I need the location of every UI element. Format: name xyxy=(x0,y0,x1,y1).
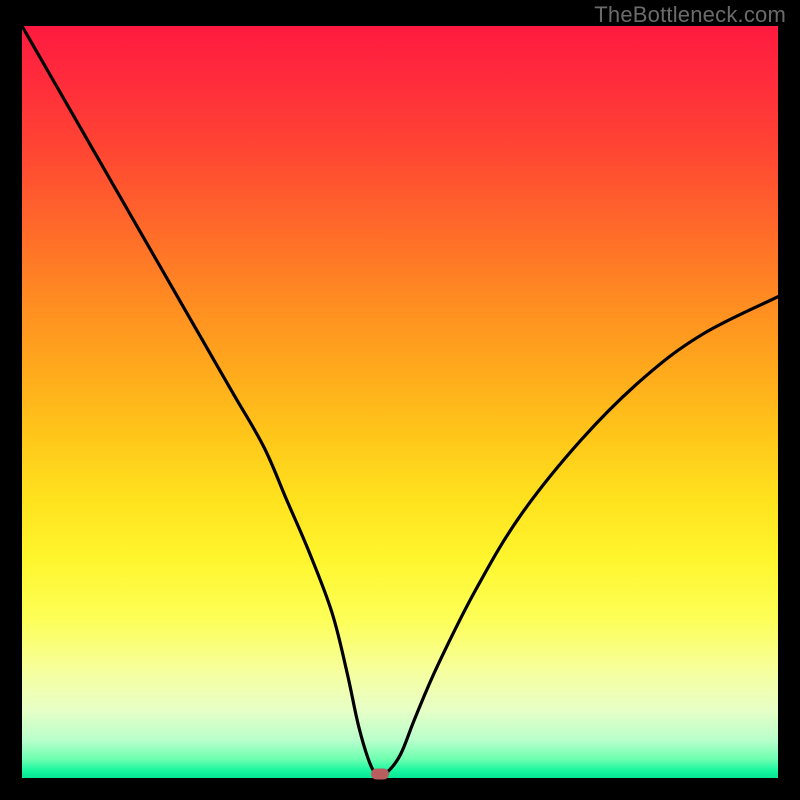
plot-area xyxy=(22,26,778,778)
watermark-text: TheBottleneck.com xyxy=(594,2,786,28)
curve-layer xyxy=(22,26,778,778)
optimal-point-marker xyxy=(371,769,389,780)
chart-frame: TheBottleneck.com xyxy=(0,0,800,800)
bottleneck-curve xyxy=(22,26,778,776)
